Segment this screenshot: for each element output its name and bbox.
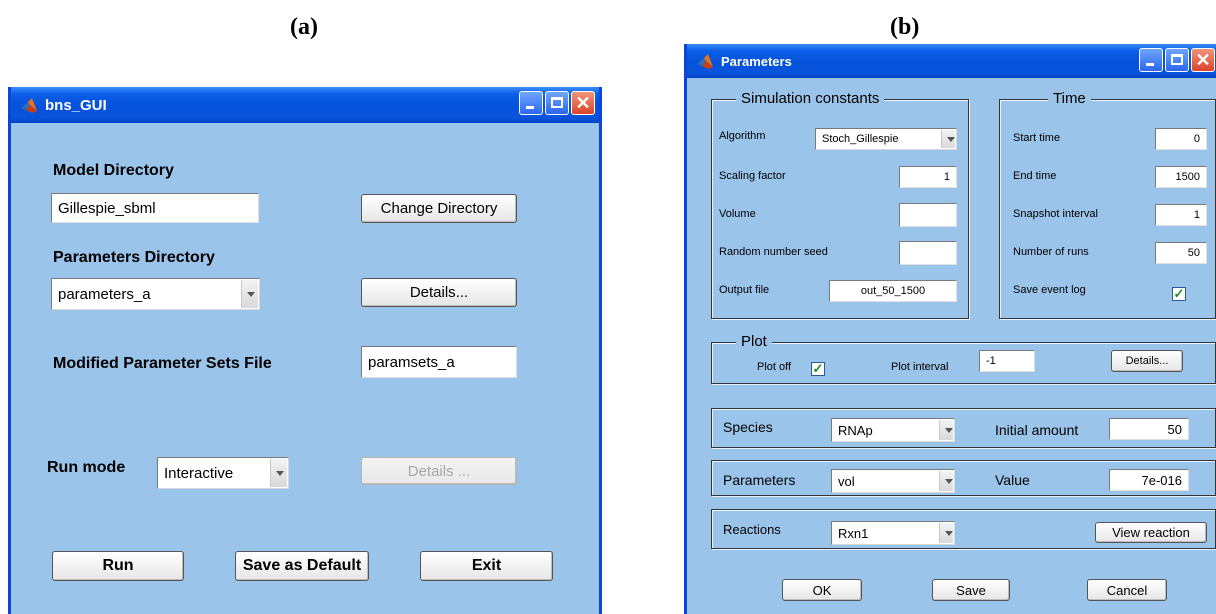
plot-interval-field[interactable]: -1 <box>979 350 1035 372</box>
close-icon[interactable]: ✕ <box>571 91 595 115</box>
time-title: Time <box>1048 90 1091 107</box>
parameters-directory-select[interactable]: parameters_a <box>51 278 260 310</box>
reactions-label: Reactions <box>723 522 781 537</box>
run-button[interactable]: Run <box>52 551 184 581</box>
number-of-runs-field[interactable]: 50 <box>1155 242 1207 264</box>
figure-label-b: (b) <box>890 14 920 40</box>
run-mode-label: Run mode <box>47 459 126 476</box>
output-file-field[interactable]: out_50_1500 <box>829 280 957 302</box>
matlab-icon <box>21 98 37 113</box>
cancel-button[interactable]: Cancel <box>1087 579 1167 601</box>
species-select[interactable]: RNAp <box>831 418 955 442</box>
parameters-titlebar[interactable]: Parameters ✕ <box>687 44 1216 78</box>
initial-amount-field[interactable]: 50 <box>1109 418 1189 440</box>
parameters-directory-value: parameters_a <box>58 285 151 303</box>
view-reaction-button[interactable]: View reaction <box>1095 522 1207 543</box>
parameters-directory-label: Parameters Directory <box>53 249 215 266</box>
scaling-factor-field[interactable]: 1 <box>899 166 957 188</box>
run-mode-value: Interactive <box>164 464 234 482</box>
plot-off-checkbox[interactable]: ✓ <box>811 362 825 376</box>
chevron-down-icon[interactable] <box>939 420 953 440</box>
parameters-label: Parameters <box>723 472 796 488</box>
run-mode-details-button[interactable]: Details ... <box>361 457 517 485</box>
modified-parameter-sets-field[interactable]: paramsets_a <box>361 346 517 378</box>
close-icon[interactable]: ✕ <box>1191 48 1215 72</box>
reactions-select[interactable]: Rxn1 <box>831 521 955 545</box>
initial-amount-label: Initial amount <box>995 422 1079 438</box>
start-time-label: Start time <box>1013 132 1061 144</box>
maximize-icon[interactable] <box>545 91 569 115</box>
plot-title: Plot <box>736 333 772 350</box>
species-label: Species <box>723 419 773 435</box>
chevron-down-icon[interactable] <box>241 280 258 308</box>
model-directory-field[interactable]: Gillespie_sbml <box>51 193 259 223</box>
parameter-value-field[interactable]: 7e-016 <box>1109 469 1189 491</box>
change-directory-button[interactable]: Change Directory <box>361 194 517 223</box>
parameters-value: vol <box>838 473 855 489</box>
scaling-factor-label: Scaling factor <box>719 170 786 182</box>
matlab-icon <box>697 54 713 69</box>
volume-label: Volume <box>719 208 756 220</box>
parameters-select[interactable]: vol <box>831 469 955 493</box>
plot-interval-label: Plot interval <box>891 361 949 373</box>
minimize-icon[interactable] <box>1139 48 1163 72</box>
algorithm-select[interactable]: Stoch_Gillespie <box>815 128 957 150</box>
save-as-default-button[interactable]: Save as Default <box>235 551 369 581</box>
volume-field[interactable] <box>899 203 957 227</box>
simulation-constants-title: Simulation constants <box>736 90 885 107</box>
figure-label-a: (a) <box>290 14 318 40</box>
bns-gui-title: bns_GUI <box>45 96 107 114</box>
number-of-runs-label: Number of runs <box>1013 246 1089 258</box>
exit-button[interactable]: Exit <box>420 551 553 581</box>
random-seed-label: Random number seed <box>719 246 828 258</box>
run-mode-select[interactable]: Interactive <box>157 457 289 489</box>
parameters-title: Parameters <box>721 53 792 69</box>
details-button[interactable]: Details... <box>361 278 517 307</box>
chevron-down-icon[interactable] <box>939 471 953 491</box>
snapshot-interval-label: Snapshot interval <box>1013 208 1098 220</box>
snapshot-interval-field[interactable]: 1 <box>1155 204 1207 226</box>
save-event-log-checkbox[interactable]: ✓ <box>1172 287 1186 301</box>
chevron-down-icon[interactable] <box>939 523 953 543</box>
minimize-icon[interactable] <box>519 91 543 115</box>
algorithm-label: Algorithm <box>719 130 766 142</box>
save-button[interactable]: Save <box>932 579 1010 601</box>
model-directory-label: Model Directory <box>53 162 174 179</box>
plot-off-label: Plot off <box>757 361 792 373</box>
end-time-label: End time <box>1013 170 1057 182</box>
bns-gui-window-controls: ✕ <box>519 91 595 115</box>
value-label: Value <box>995 472 1030 488</box>
output-file-label: Output file <box>719 284 770 296</box>
parameters-window-controls: ✕ <box>1139 48 1215 72</box>
parameters-window: Parameters ✕ Simulation constants Algori… <box>684 44 1216 614</box>
end-time-field[interactable]: 1500 <box>1155 166 1207 188</box>
modified-parameter-sets-label: Modified Parameter Sets File <box>53 355 272 372</box>
start-time-field[interactable]: 0 <box>1155 128 1207 150</box>
maximize-icon[interactable] <box>1165 48 1189 72</box>
save-event-log-label: Save event log <box>1013 284 1086 296</box>
plot-details-button[interactable]: Details... <box>1111 350 1183 372</box>
random-seed-field[interactable] <box>899 241 957 265</box>
reactions-value: Rxn1 <box>838 525 869 541</box>
species-value: RNAp <box>838 422 873 438</box>
ok-button[interactable]: OK <box>782 579 862 601</box>
algorithm-value: Stoch_Gillespie <box>822 133 899 145</box>
chevron-down-icon[interactable] <box>270 459 287 487</box>
bns-gui-window: bns_GUI ✕ Model Directory Gillespie_sbml… <box>8 87 602 614</box>
chevron-down-icon[interactable] <box>941 130 955 148</box>
bns-gui-titlebar[interactable]: bns_GUI ✕ <box>11 87 599 123</box>
